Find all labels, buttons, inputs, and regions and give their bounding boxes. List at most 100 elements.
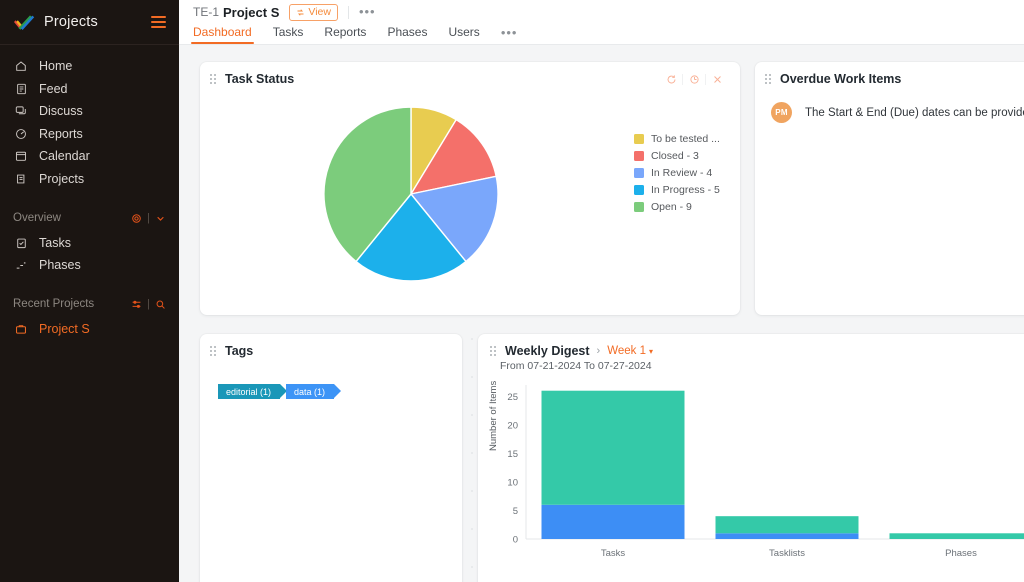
- sidebar-item-label: Home: [39, 59, 73, 74]
- divider: [347, 5, 349, 19]
- section-label: Recent Projects: [13, 298, 95, 310]
- card-title: Tags: [225, 344, 254, 358]
- y-axis-tick: 20: [507, 420, 518, 431]
- refresh-icon[interactable]: [660, 70, 682, 88]
- sidebar: Projects Home Feed Discuss Reports Calen…: [0, 0, 179, 582]
- hamburger-icon[interactable]: [151, 16, 166, 28]
- reports-icon: [13, 127, 29, 141]
- legend-item[interactable]: Open - 9: [634, 199, 720, 215]
- dashboard-board: Task Status To be tested ... Closed - 3 …: [179, 45, 1024, 582]
- tag-item[interactable]: editorial (1): [218, 384, 288, 399]
- sidebar-item-label: Projects: [39, 171, 85, 186]
- legend-swatch: [634, 134, 644, 144]
- sidebar-item-phases[interactable]: Phases: [0, 254, 179, 276]
- sidebar-item-home[interactable]: Home: [0, 55, 179, 78]
- weekly-digest-bar-chart[interactable]: 0 5 10 15 20 25 Tasks Tasklists Phases: [478, 377, 1024, 569]
- bar-segment[interactable]: [715, 533, 859, 539]
- discuss-icon: [13, 104, 29, 118]
- legend-label: In Progress - 5: [651, 184, 720, 196]
- zoho-projects-check-logo: [13, 13, 35, 31]
- project-header: TE-1 Project S View •••: [179, 0, 1024, 22]
- bar-segment[interactable]: [715, 516, 859, 534]
- briefcase-icon: [13, 322, 29, 336]
- filter-icon[interactable]: [131, 299, 142, 310]
- task-icon: [13, 236, 29, 250]
- more-options-icon[interactable]: •••: [359, 5, 376, 18]
- drag-handle-icon[interactable]: [210, 74, 219, 85]
- sidebar-item-project-s[interactable]: Project S: [0, 318, 179, 340]
- x-axis-tick: Tasklists: [769, 548, 805, 559]
- chevron-down-icon[interactable]: [155, 213, 166, 224]
- overdue-message-row: PM The Start & End (Due) dates can be pr…: [755, 96, 1024, 123]
- tab-dashboard[interactable]: Dashboard: [191, 25, 254, 44]
- caret-down-icon[interactable]: ▾: [649, 347, 653, 356]
- breadcrumb-separator: ›: [596, 345, 601, 357]
- card-weekly-digest: Weekly Digest › Week 1 ▾ From 07-21-2024…: [478, 334, 1024, 582]
- view-button-label: View: [308, 6, 331, 18]
- drag-handle-icon[interactable]: [490, 346, 499, 357]
- card-title: Weekly Digest: [505, 344, 590, 358]
- bar-chart-area: Number of Items 0 5 10 15 20 25 Tasks Tasklists…: [478, 377, 1024, 577]
- sidebar-item-discuss[interactable]: Discuss: [0, 100, 179, 123]
- sidebar-item-label: Project S: [39, 322, 90, 336]
- legend-item[interactable]: In Progress - 5: [634, 182, 720, 198]
- card-title: Task Status: [225, 72, 295, 86]
- page-title: Project S: [223, 4, 280, 20]
- sidebar-item-reports[interactable]: Reports: [0, 123, 179, 146]
- sidebar-item-label: Phases: [39, 258, 81, 272]
- tab-users[interactable]: Users: [448, 25, 479, 44]
- topbar: TE-1 Project S View ••• Dashboard Tasks …: [179, 0, 1024, 45]
- sidebar-header: Projects: [0, 0, 179, 45]
- phases-icon: [13, 258, 29, 272]
- main-area: TE-1 Project S View ••• Dashboard Tasks …: [179, 0, 1024, 582]
- card-tags: Tags editorial (1) data (1): [200, 334, 462, 582]
- y-axis-tick: 0: [513, 535, 518, 546]
- tag-item[interactable]: data (1): [286, 384, 342, 399]
- legend-label: In Review - 4: [651, 167, 713, 179]
- tab-tasks[interactable]: Tasks: [273, 25, 304, 44]
- card-overdue-work-items: Overdue Work Items PM The Start & End (D…: [755, 62, 1024, 315]
- project-code: TE-1: [193, 5, 220, 19]
- y-axis-tick: 15: [507, 449, 518, 460]
- overdue-message: The Start & End (Due) dates can be provi…: [805, 106, 1024, 119]
- sidebar-item-feed[interactable]: Feed: [0, 78, 179, 101]
- sidebar-item-label: Calendar: [39, 149, 90, 164]
- drag-handle-icon[interactable]: [765, 74, 774, 85]
- x-axis-tick: Tasks: [601, 548, 626, 559]
- bar-segment[interactable]: [889, 533, 1024, 539]
- legend-item[interactable]: In Review - 4: [634, 165, 720, 181]
- gear-icon[interactable]: [131, 213, 142, 224]
- card-header: Task Status: [200, 62, 740, 96]
- timer-icon[interactable]: [683, 70, 705, 88]
- sidebar-item-label: Reports: [39, 126, 83, 141]
- sidebar-item-calendar[interactable]: Calendar: [0, 145, 179, 168]
- bar-segment[interactable]: [541, 390, 685, 505]
- y-axis-label: Number of Items: [488, 380, 499, 451]
- tab-phases[interactable]: Phases: [387, 25, 427, 44]
- task-status-pie-chart[interactable]: [323, 106, 499, 282]
- legend-item[interactable]: Closed - 3: [634, 148, 720, 164]
- close-icon[interactable]: [706, 70, 728, 88]
- tab-reports[interactable]: Reports: [324, 25, 366, 44]
- sidebar-section-overview: Overview |: [0, 207, 179, 229]
- more-tabs-icon[interactable]: •••: [501, 26, 518, 44]
- legend-swatch: [634, 168, 644, 178]
- legend-label: To be tested ...: [651, 133, 720, 145]
- week-selector[interactable]: Week 1: [607, 345, 646, 357]
- view-button[interactable]: View: [289, 3, 338, 21]
- legend-swatch: [634, 151, 644, 161]
- legend-label: Open - 9: [651, 201, 692, 213]
- sidebar-item-tasks[interactable]: Tasks: [0, 232, 179, 254]
- divider: |: [147, 298, 150, 310]
- sidebar-item-label: Discuss: [39, 104, 83, 119]
- legend-item[interactable]: To be tested ...: [634, 131, 720, 147]
- sidebar-section-recent-projects: Recent Projects |: [0, 293, 179, 315]
- feed-icon: [13, 82, 29, 96]
- search-icon[interactable]: [155, 299, 166, 310]
- date-range: From 07-21-2024 To 07-27-2024: [500, 360, 652, 372]
- bar-segment[interactable]: [541, 504, 685, 539]
- card-header: Tags: [200, 334, 462, 368]
- drag-handle-icon[interactable]: [210, 346, 219, 357]
- card-title: Overdue Work Items: [780, 72, 902, 86]
- sidebar-item-projects[interactable]: Projects: [0, 168, 179, 191]
